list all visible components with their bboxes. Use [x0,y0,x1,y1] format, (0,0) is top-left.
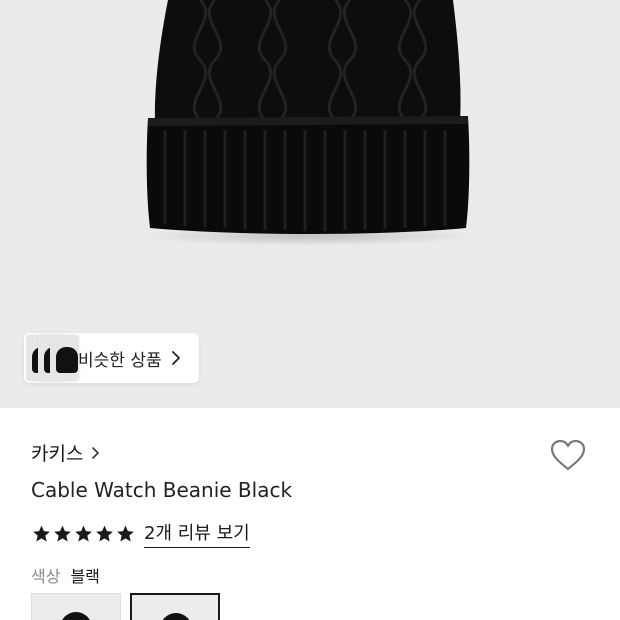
view-reviews-link[interactable]: 2개 리뷰 보기 [144,519,250,548]
product-info: 카키스 Cable Watch Beanie Black 2개 리뷰 보기 색상… [0,408,620,620]
brand-name: 카키스 [31,443,84,465]
color-label: 색상 [31,567,61,586]
similar-products-thumbnails [24,333,78,383]
swatch-thumbnail [160,613,192,620]
star-filled-icon [117,525,134,541]
star-filled-icon [96,525,113,541]
chevron-right-icon [171,350,181,366]
star-filled-icon [54,525,71,541]
color-row: 색상 블랙 [31,563,100,587]
rating-row: 2개 리뷰 보기 [31,519,250,548]
chevron-right-icon [91,446,100,460]
color-swatch[interactable] [31,593,121,620]
star-filled-icon [33,525,50,541]
color-value: 블랙 [70,567,100,586]
heart-outline-icon [549,438,587,476]
product-image-area[interactable]: 비슷한 상품 [0,0,620,408]
favorite-button[interactable] [548,438,588,476]
similar-thumbnail [50,335,78,381]
star-filled-icon [75,525,92,541]
swatch-thumbnail [60,612,92,620]
brand-link[interactable]: 카키스 [31,439,100,466]
color-swatches [31,593,229,620]
similar-products-label: 비슷한 상품 [78,350,162,371]
color-swatch[interactable] [130,593,220,620]
product-title: Cable Watch Beanie Black [31,478,293,502]
similar-products-button[interactable]: 비슷한 상품 [24,333,199,383]
rating-stars [31,524,136,544]
